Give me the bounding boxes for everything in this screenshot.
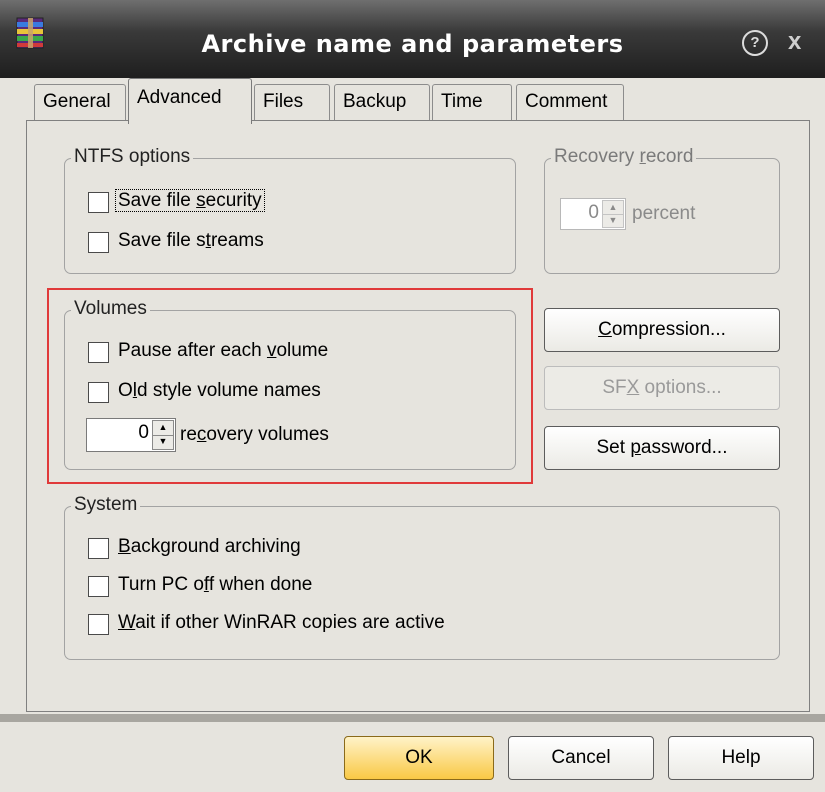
- spin-down-icon[interactable]: ▼: [603, 214, 623, 227]
- panel-divider: [0, 714, 825, 722]
- tab-comment[interactable]: Comment: [516, 84, 624, 122]
- help-icon[interactable]: ?: [742, 30, 768, 56]
- tab-time[interactable]: Time: [432, 84, 512, 122]
- checkbox-box[interactable]: [88, 614, 109, 635]
- set-password-button[interactable]: Set password...: [544, 426, 780, 470]
- group-title: NTFS options: [71, 146, 194, 168]
- tab-label: Files: [263, 91, 304, 112]
- recovery-record-unit: percent: [632, 203, 696, 224]
- spinner-arrows[interactable]: ▲ ▼: [602, 200, 624, 228]
- recovery-record-spinner[interactable]: 0 ▲ ▼: [560, 198, 626, 230]
- ntfs-options-group: NTFS options: [64, 146, 516, 274]
- tab-label: Comment: [525, 91, 608, 112]
- group-title: Recovery record: [551, 146, 697, 168]
- checkbox-label: Save file streams: [118, 230, 264, 251]
- group-title: System: [71, 494, 141, 516]
- button-label: OK: [405, 747, 433, 768]
- checkbox-box[interactable]: [88, 192, 109, 213]
- spin-up-icon[interactable]: ▲: [603, 201, 623, 215]
- tab-label: General: [43, 91, 111, 112]
- spinner-value: 0: [588, 202, 599, 223]
- title-bar[interactable]: Archive name and parameters ? x: [0, 0, 825, 78]
- tab-advanced[interactable]: Advanced: [128, 78, 252, 124]
- close-icon[interactable]: x: [788, 28, 801, 56]
- checkbox-label: Turn PC off when done: [118, 574, 313, 595]
- dialog-window: Archive name and parameters ? x General …: [0, 0, 825, 792]
- volumes-highlight-frame: [47, 288, 533, 484]
- cancel-button[interactable]: Cancel: [508, 736, 654, 780]
- button-label: SFX options...: [602, 377, 722, 398]
- button-label: Compression...: [598, 319, 726, 340]
- sfx-options-button[interactable]: SFX options...: [544, 366, 780, 410]
- button-label: Set password...: [596, 437, 728, 458]
- button-label: Help: [721, 747, 761, 768]
- help-button[interactable]: Help: [668, 736, 814, 780]
- checkbox-box[interactable]: [88, 538, 109, 559]
- ok-button[interactable]: OK: [344, 736, 494, 780]
- checkbox-label: Save file security: [115, 189, 265, 212]
- button-label: Cancel: [551, 747, 611, 768]
- checkbox-label: Background archiving: [118, 536, 301, 557]
- tab-backup[interactable]: Backup: [334, 84, 430, 122]
- checkbox-box[interactable]: [88, 232, 109, 253]
- checkbox-box[interactable]: [88, 576, 109, 597]
- tab-general[interactable]: General: [34, 84, 126, 122]
- tab-label: Time: [441, 91, 483, 112]
- compression-button[interactable]: Compression...: [544, 308, 780, 352]
- checkbox-label: Wait if other WinRAR copies are active: [118, 612, 445, 633]
- tab-files[interactable]: Files: [254, 84, 330, 122]
- window-title: Archive name and parameters: [201, 30, 624, 58]
- tab-label: Advanced: [137, 87, 222, 108]
- tab-label: Backup: [343, 91, 407, 112]
